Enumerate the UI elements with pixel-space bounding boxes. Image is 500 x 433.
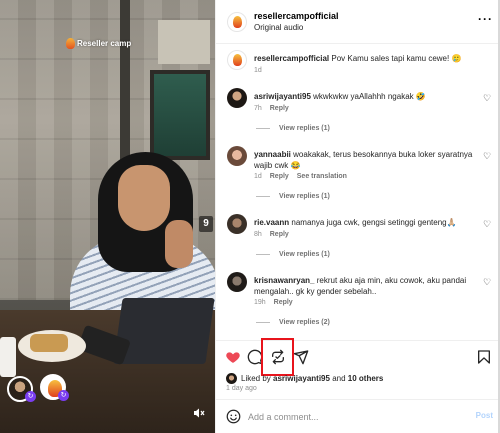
background-window	[150, 70, 210, 160]
comment-meta: 8h Reply	[254, 231, 289, 238]
comment-input[interactable]	[248, 408, 448, 426]
comment-meta: 19h Reply	[254, 299, 293, 306]
reply-button[interactable]: Reply	[274, 299, 293, 306]
view-replies-label: View replies (1)	[279, 125, 330, 132]
emoji-icon[interactable]	[226, 409, 241, 424]
view-replies-button[interactable]: View replies (1)	[256, 193, 330, 200]
post-button[interactable]: Post	[476, 411, 493, 420]
comment-avatar[interactable]	[227, 272, 247, 292]
original-audio-link[interactable]: Original audio	[254, 23, 303, 32]
reply-button[interactable]: Reply	[270, 173, 289, 180]
likes-user[interactable]: asriwijayanti95	[273, 374, 330, 383]
post-panel: resellercampofficial Original audio ··· …	[215, 0, 500, 433]
background-window-light	[158, 20, 210, 64]
laptop	[113, 298, 215, 364]
heart-outline-icon[interactable]: ♡	[483, 278, 492, 287]
reel-video[interactable]: Reseller camp 9 ↻ ↻	[0, 0, 215, 433]
more-horizontal-icon[interactable]: ···	[478, 12, 493, 26]
food	[30, 334, 68, 352]
comment-text: rie.vaann namanya juga cwk, gengsi setin…	[254, 217, 479, 228]
see-translation-link[interactable]: See translation	[297, 173, 347, 180]
reply-button[interactable]: Reply	[270, 231, 289, 238]
divider-line	[256, 321, 270, 323]
comment-meta: 7h Reply	[254, 105, 289, 112]
comment-text: yannaabii woakakak, terus besokannya buk…	[254, 149, 479, 171]
caption-text: resellercampofficial Pov Kamu sales tapi…	[254, 53, 479, 64]
comment-username[interactable]: krisnawanryan_	[254, 276, 314, 285]
comment-body: wkwkwkw yaAllahhh ngakak 🤣	[313, 92, 426, 101]
reply-button[interactable]: Reply	[270, 105, 289, 112]
comment-text: krisnawanryan_ rekrut aku aja min, aku c…	[254, 275, 479, 297]
view-replies-label: View replies (1)	[279, 251, 330, 258]
caption-username[interactable]: resellercampofficial	[254, 54, 329, 63]
comment-avatar[interactable]	[227, 214, 247, 234]
comment-username[interactable]: yannaabii	[254, 150, 291, 159]
post-header: resellercampofficial Original audio ···	[216, 0, 500, 44]
heart-outline-icon[interactable]: ♡	[483, 94, 492, 103]
flame-logo-icon	[66, 38, 75, 49]
heart-outline-icon[interactable]: ♡	[483, 220, 492, 229]
view-replies-button[interactable]: View replies (2)	[256, 319, 330, 326]
video-watermark: Reseller camp	[66, 38, 131, 49]
view-replies-label: View replies (1)	[279, 193, 330, 200]
comment-body: namanya juga cwk, gengsi setinggi genten…	[291, 218, 457, 227]
divider-line	[256, 195, 270, 197]
liker-avatar	[226, 373, 237, 384]
header-username[interactable]: resellercampofficial	[254, 11, 339, 21]
comment-time: 8h	[254, 231, 262, 238]
heart-filled-icon[interactable]	[225, 349, 241, 365]
speaker-mute-icon[interactable]	[192, 407, 206, 421]
view-replies-label: View replies (2)	[279, 319, 330, 326]
bookmark-icon[interactable]	[476, 349, 492, 365]
view-replies-button[interactable]: View replies (1)	[256, 251, 330, 258]
view-replies-button[interactable]: View replies (1)	[256, 125, 330, 132]
comment-time: 1d	[254, 173, 262, 180]
share-icon[interactable]	[293, 349, 309, 365]
reels-badge-icon: ↻	[58, 390, 69, 401]
post-timeago: 1 day ago	[226, 385, 257, 392]
person-hand	[165, 220, 193, 268]
divider-line	[256, 127, 270, 129]
comment-meta: 1d Reply See translation	[254, 173, 347, 180]
likes-joiner: and	[332, 374, 346, 383]
add-comment-bar: Post	[216, 399, 500, 433]
heart-outline-icon[interactable]: ♡	[483, 152, 492, 161]
side-counter: 9	[199, 216, 213, 232]
comment-username[interactable]: rie.vaann	[254, 218, 289, 227]
flame-logo-icon	[233, 16, 242, 28]
cup	[0, 337, 16, 377]
likes-others-link[interactable]: 10 others	[348, 374, 384, 383]
repost-highlight-box	[261, 338, 294, 376]
divider-line	[256, 253, 270, 255]
caption-time: 1d	[254, 67, 262, 74]
comment-avatar[interactable]	[227, 146, 247, 166]
caption-avatar[interactable]	[227, 50, 247, 70]
flame-logo-icon	[233, 54, 242, 66]
profile-avatar[interactable]	[227, 12, 247, 32]
reels-badge-icon: ↻	[25, 391, 36, 402]
comment-time: 7h	[254, 105, 262, 112]
comment-username[interactable]: asriwijayanti95	[254, 92, 311, 101]
caption-body: Pov Kamu sales tapi kamu cewe! 🥲	[331, 54, 462, 63]
likes-prefix: Liked by	[241, 374, 271, 383]
person-face	[118, 165, 170, 231]
action-bar	[216, 340, 500, 370]
comment-time: 19h	[254, 299, 266, 306]
comment-text: asriwijayanti95 wkwkwkw yaAllahhh ngakak…	[254, 91, 479, 102]
comment-avatar[interactable]	[227, 88, 247, 108]
likes-summary: Liked by asriwijayanti95 and 10 others	[226, 373, 383, 384]
watermark-text: Reseller camp	[77, 39, 132, 48]
